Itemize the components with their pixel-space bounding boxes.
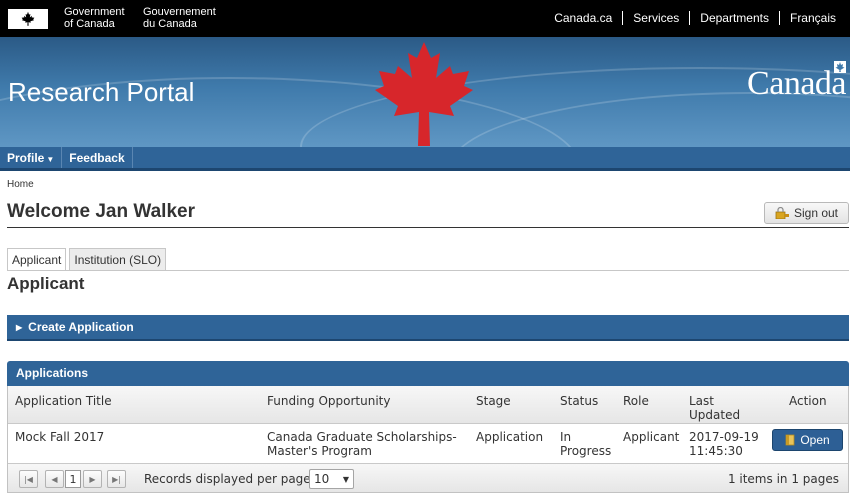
- title-divider: [7, 227, 849, 228]
- cell-last-updated: 2017-09-19 11:45:30: [689, 430, 759, 458]
- maple-leaf-icon: [375, 42, 473, 146]
- lock-icon: [775, 207, 789, 219]
- open-button[interactable]: Open: [772, 429, 843, 451]
- table-pager: |◀ ◀ 1 ▶ ▶| Records displayed per page: …: [8, 463, 848, 492]
- canada-flag-icon: [8, 9, 48, 29]
- pager-summary: 1 items in 1 pages: [727, 472, 839, 486]
- cell-funding: Canada Graduate Scholarships- Master's P…: [267, 430, 457, 458]
- tabs-divider: [7, 270, 849, 271]
- government-nav: Canada.ca Services Departments Français: [544, 11, 846, 25]
- last-page-icon: ▶|: [112, 474, 121, 484]
- menu-feedback-label: Feedback: [69, 151, 125, 165]
- cell-funding-line2: Master's Program: [267, 444, 372, 458]
- col-stage[interactable]: Stage: [476, 394, 511, 408]
- last-page-button[interactable]: ▶|: [107, 470, 126, 488]
- section-title: Applicant: [7, 274, 85, 293]
- prev-page-icon: ◀: [51, 474, 58, 484]
- col-last-updated-line1: Last: [689, 394, 714, 408]
- cell-status: In Progress: [560, 430, 611, 458]
- cell-status-line2: Progress: [560, 444, 612, 458]
- records-per-page-value: 10: [314, 472, 330, 486]
- page-number[interactable]: 1: [65, 470, 81, 488]
- menu-feedback[interactable]: Feedback: [62, 147, 133, 168]
- main-menu: Profile ▼ Feedback: [0, 147, 850, 171]
- open-button-label: Open: [800, 433, 830, 447]
- services-link[interactable]: Services: [622, 11, 689, 25]
- chevron-down-icon: ▼: [342, 475, 349, 484]
- records-per-page-label: Records displayed per page:: [144, 472, 315, 486]
- first-page-icon: |◀: [24, 474, 33, 484]
- table-row: Mock Fall 2017 Canada Graduate Scholarsh…: [8, 425, 848, 463]
- menu-profile-label: Profile: [7, 151, 45, 165]
- next-page-icon: ▶: [89, 474, 96, 484]
- government-of-canada-en[interactable]: Government of Canada: [64, 6, 125, 30]
- francais-link[interactable]: Français: [778, 11, 846, 25]
- records-per-page-select[interactable]: 10 ▼: [309, 469, 354, 489]
- first-page-button[interactable]: |◀: [19, 470, 38, 488]
- breadcrumb-home[interactable]: Home: [7, 179, 34, 190]
- tab-institution-slo[interactable]: Institution (SLO): [69, 248, 167, 271]
- portal-title: Research Portal: [8, 77, 195, 107]
- col-funding-opportunity[interactable]: Funding Opportunity: [267, 394, 390, 408]
- portal-banner: Research Portal Canada: [0, 37, 850, 147]
- sign-out-button[interactable]: Sign out: [764, 202, 849, 224]
- col-application-title[interactable]: Application Title: [15, 394, 112, 408]
- canada-wordmark-text: Canada: [747, 65, 846, 102]
- cell-status-line1: In: [560, 430, 572, 444]
- canada-wordmark: Canada: [747, 61, 846, 103]
- cell-updated-line2: 11:45:30: [689, 444, 743, 458]
- triangle-right-icon: ▶: [16, 323, 23, 332]
- prev-page-button[interactable]: ◀: [45, 470, 64, 488]
- tab-applicant[interactable]: Applicant: [7, 248, 67, 271]
- role-tabs: Applicant Institution (SLO): [7, 248, 169, 271]
- applications-header: Applications: [7, 361, 849, 386]
- cell-role: Applicant: [623, 430, 680, 444]
- col-last-updated[interactable]: Last Updated: [689, 394, 740, 422]
- applications-table: Application Title Funding Opportunity St…: [7, 386, 849, 493]
- caret-down-icon: ▼: [46, 155, 55, 164]
- col-last-updated-line2: Updated: [689, 408, 741, 422]
- cell-stage: Application: [476, 430, 544, 444]
- table-header: Application Title Funding Opportunity St…: [8, 386, 848, 424]
- cell-title: Mock Fall 2017: [15, 430, 105, 444]
- gov-fr-line2: du Canada: [143, 18, 197, 30]
- cell-updated-line1: 2017-09-19: [689, 430, 759, 444]
- col-status[interactable]: Status: [560, 394, 598, 408]
- menu-profile[interactable]: Profile ▼: [0, 147, 63, 168]
- next-page-button[interactable]: ▶: [83, 470, 102, 488]
- government-header: Government of Canada Gouvernement du Can…: [0, 0, 850, 37]
- col-action: Action: [789, 394, 827, 408]
- canada-ca-link[interactable]: Canada.ca: [544, 11, 622, 25]
- gov-en-line1: Government: [64, 6, 125, 18]
- folder-icon: [785, 434, 795, 446]
- create-application-toggle[interactable]: ▶ Create Application: [7, 315, 849, 341]
- gov-en-line2: of Canada: [64, 18, 115, 30]
- wordmark-flag-icon: [834, 61, 846, 73]
- page-title: Welcome Jan Walker: [7, 201, 195, 222]
- departments-link[interactable]: Departments: [689, 11, 779, 25]
- create-application-label: Create Application: [28, 320, 134, 334]
- government-of-canada-fr[interactable]: Gouvernement du Canada: [143, 6, 216, 30]
- sign-out-label: Sign out: [793, 206, 839, 220]
- col-role[interactable]: Role: [623, 394, 649, 408]
- cell-funding-line1: Canada Graduate Scholarships-: [267, 430, 457, 444]
- gov-fr-line1: Gouvernement: [143, 6, 216, 18]
